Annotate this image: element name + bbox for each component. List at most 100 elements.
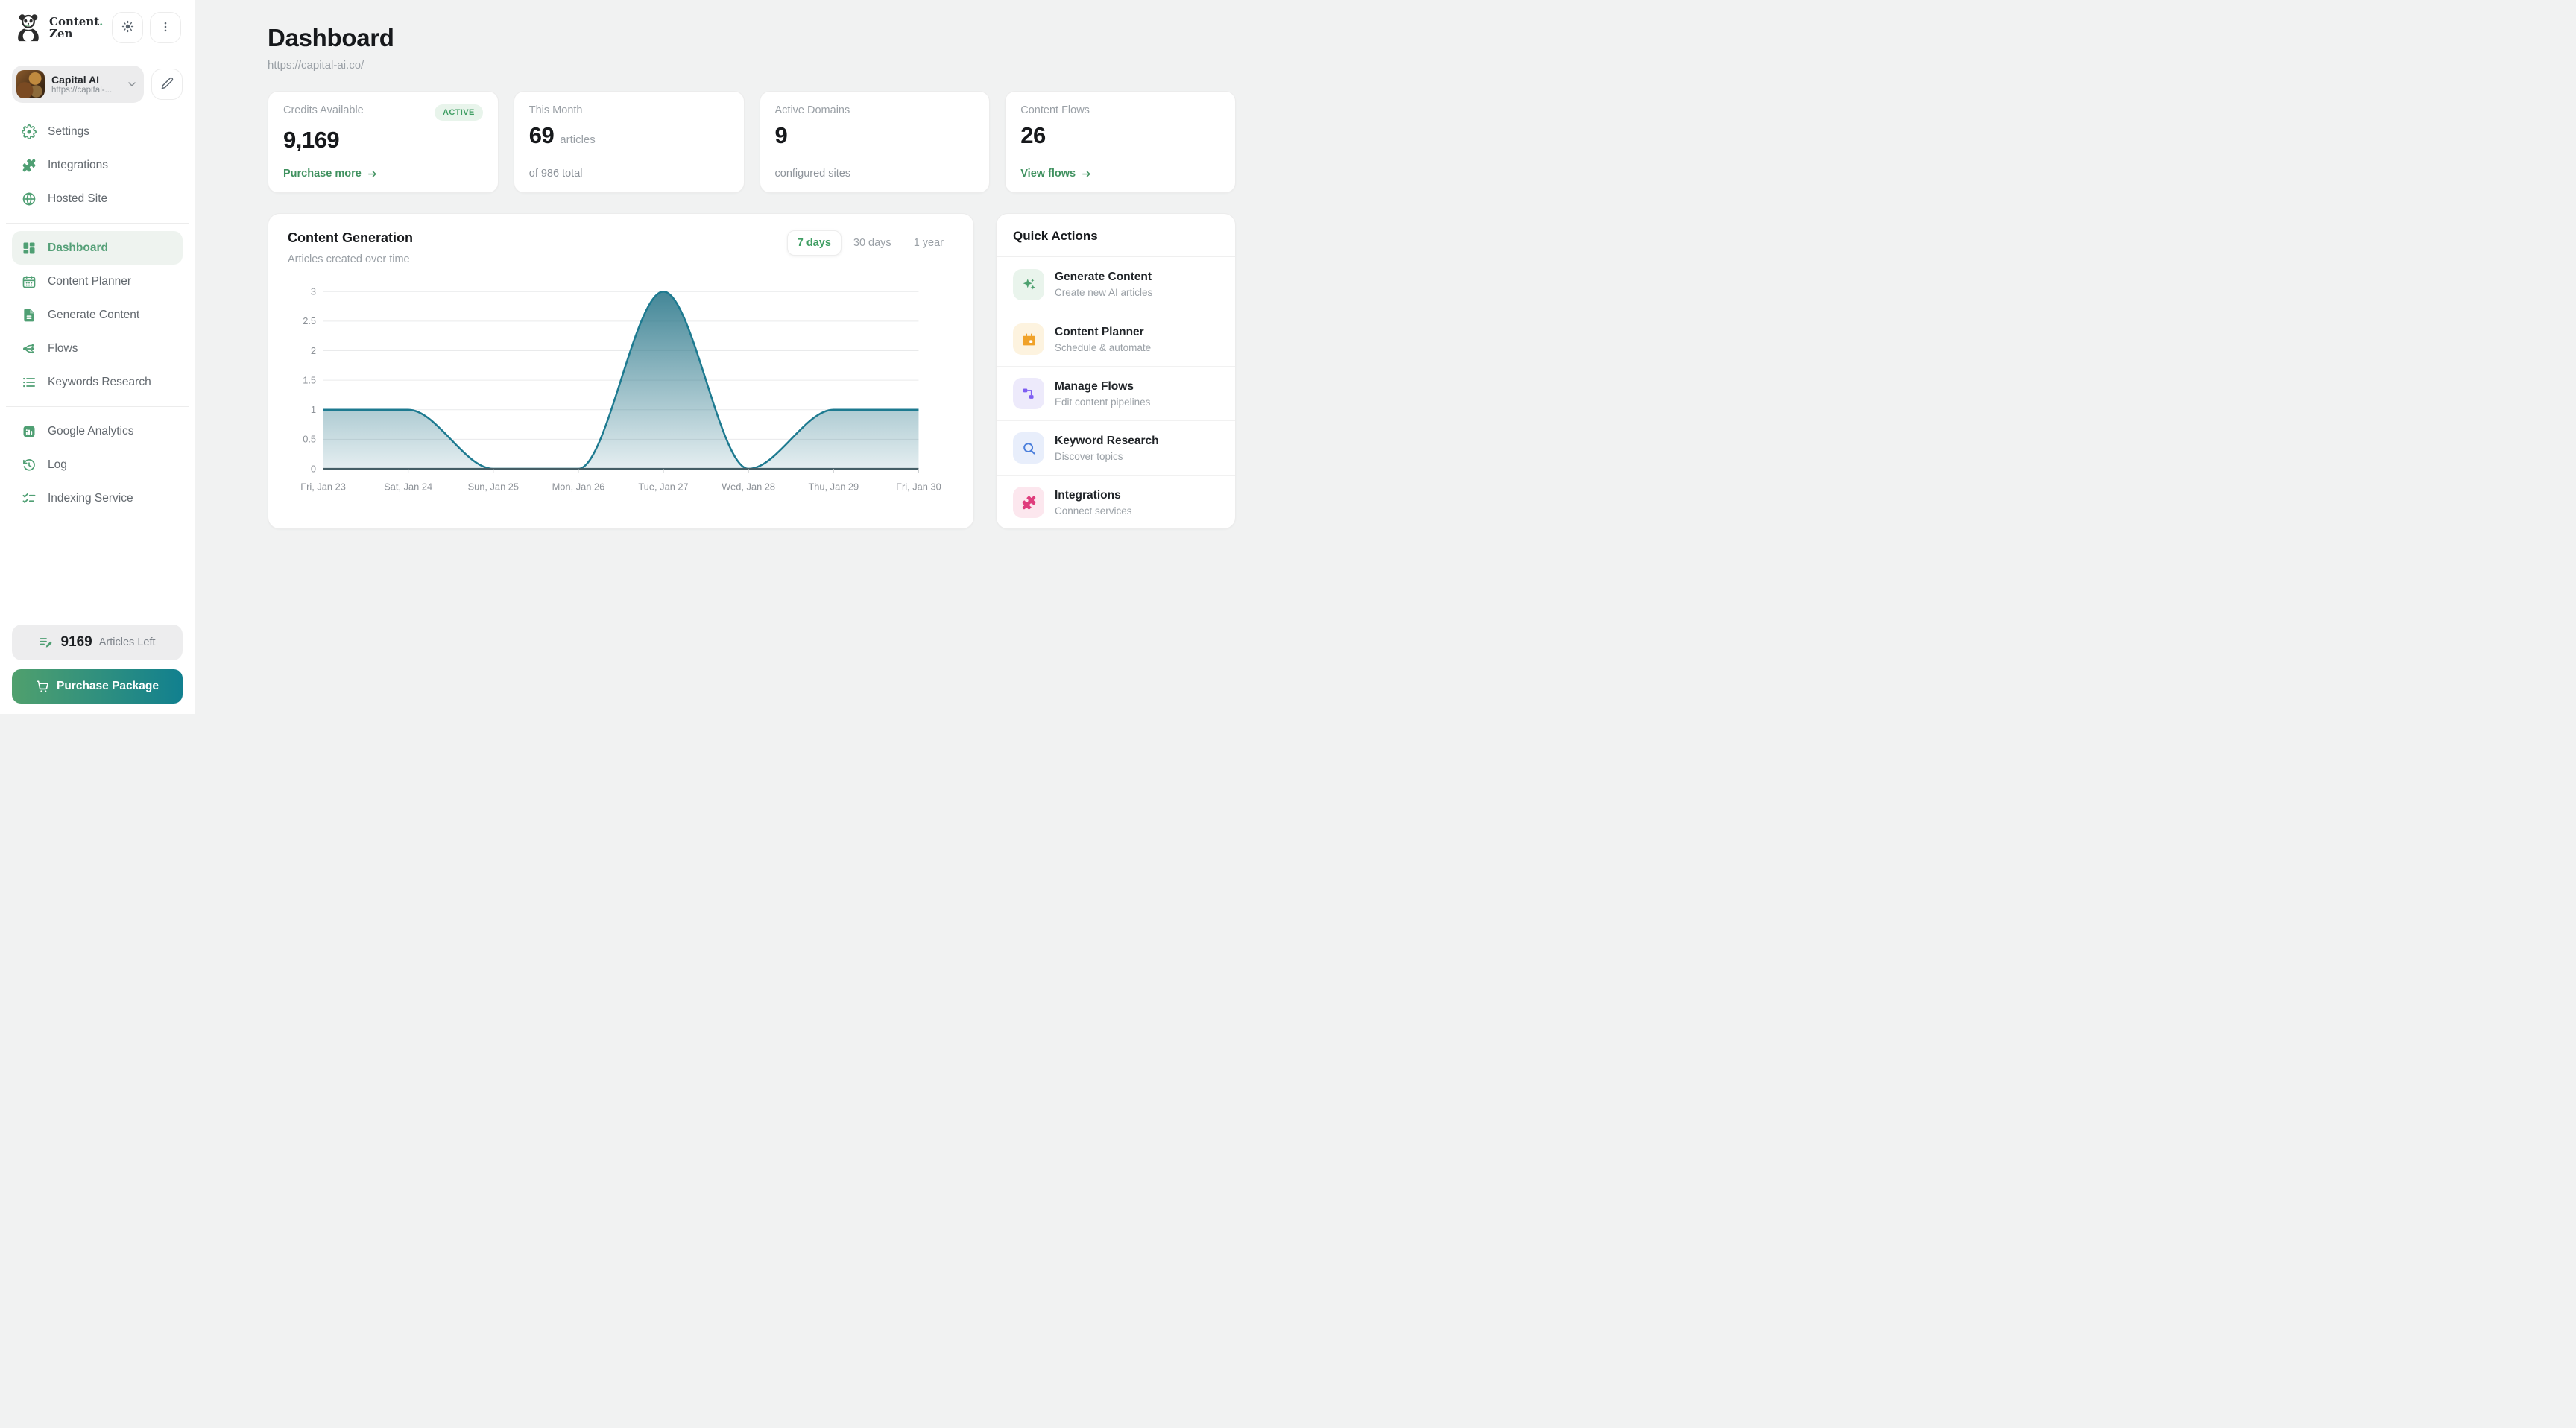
- sidebar-divider: [6, 223, 189, 224]
- sidebar-item-content-planner[interactable]: Content Planner: [12, 265, 183, 298]
- sidebar-item-google-analytics[interactable]: Google Analytics: [12, 414, 183, 448]
- stat-card-this-month: This Month69articlesof 986 total: [514, 91, 745, 193]
- brand-name: Content. Zen: [49, 16, 103, 40]
- content-generation-card: Content Generation Articles created over…: [268, 213, 974, 529]
- sidebar-item-generate-content[interactable]: Generate Content: [12, 298, 183, 332]
- chart-subtitle: Articles created over time: [288, 253, 413, 265]
- panels-row: Content Generation Articles created over…: [268, 213, 1236, 529]
- x-axis-label: Sat, Jan 24: [384, 481, 432, 493]
- stat-card-credits-available: Credits AvailableACTIVE 9,169 Purchase mor…: [268, 91, 499, 193]
- x-axis-label: Fri, Jan 23: [300, 481, 346, 493]
- purchase-more-link[interactable]: Purchase more: [283, 168, 378, 180]
- articles-left-label: Articles Left: [99, 636, 156, 648]
- quick-action-subtitle: Edit content pipelines: [1055, 397, 1150, 408]
- stat-card-value-row: 26: [1020, 122, 1220, 149]
- range-tab-1-year[interactable]: 1 year: [903, 230, 954, 256]
- stat-card-header: Credits AvailableACTIVE: [283, 104, 483, 121]
- y-axis-label: 1: [311, 404, 316, 415]
- sidebar-header: Content. Zen: [12, 0, 183, 54]
- y-axis-label: 0.5: [303, 434, 316, 445]
- stat-card-header: Active Domains: [775, 104, 975, 116]
- content-generation-chart: 00.511.522.53 Fri, Jan 23Sat, Jan 24Sun,…: [288, 280, 954, 505]
- quick-action-subtitle: Connect services: [1055, 505, 1132, 516]
- quick-action-title: Integrations: [1055, 489, 1132, 502]
- quick-action-title: Manage Flows: [1055, 380, 1150, 394]
- sidebar-item-label: Integrations: [48, 159, 108, 172]
- y-axis-label: 3: [311, 285, 316, 297]
- sidebar-item-label: Indexing Service: [48, 492, 133, 505]
- status-badge: ACTIVE: [435, 104, 483, 121]
- sidebar-item-keywords-research[interactable]: Keywords Research: [12, 365, 183, 399]
- quick-actions-title: Quick Actions: [997, 214, 1235, 257]
- history-icon: [22, 458, 37, 473]
- pencil-icon: [161, 77, 174, 92]
- brand-accent-dot: .: [99, 15, 103, 28]
- arrow-right-icon: [367, 168, 378, 180]
- quick-action-subtitle: Create new AI articles: [1055, 287, 1152, 298]
- stat-card-value-row: 9,169: [283, 127, 483, 154]
- articles-left-pill: 9169 Articles Left: [12, 625, 183, 660]
- sidebar-item-label: Generate Content: [48, 309, 139, 322]
- quick-action-text: Keyword Research Discover topics: [1055, 435, 1159, 462]
- workflow-icon: [1013, 378, 1044, 409]
- sidebar-item-hosted-site[interactable]: Hosted Site: [12, 182, 183, 215]
- quick-action-keyword-research[interactable]: Keyword Research Discover topics: [997, 420, 1235, 475]
- stat-card-header: This Month: [529, 104, 729, 116]
- range-tab-7-days[interactable]: 7 days: [787, 230, 842, 256]
- sidebar-item-label: Hosted Site: [48, 192, 107, 206]
- workspace-meta: Capital AI https://capital-...: [51, 74, 119, 95]
- articles-left-count: 9169: [60, 634, 92, 651]
- view-flows-link[interactable]: View flows: [1020, 168, 1092, 180]
- stat-card-value-row: 9: [775, 122, 975, 149]
- analytics-icon: [22, 424, 37, 439]
- sidebar-footer: 9169 Articles Left Purchase Package: [12, 625, 183, 704]
- stat-card-footer: View flows: [1020, 168, 1220, 180]
- cart-icon: [36, 680, 49, 693]
- sidebar-item-settings[interactable]: Settings: [12, 115, 183, 148]
- sidebar-item-indexing-service[interactable]: Indexing Service: [12, 481, 183, 515]
- chart-titles: Content Generation Articles created over…: [288, 230, 413, 265]
- sidebar-item-log[interactable]: Log: [12, 448, 183, 481]
- gear-icon: [22, 124, 37, 139]
- sidebar-item-dashboard[interactable]: Dashboard: [12, 231, 183, 265]
- purchase-package-button[interactable]: Purchase Package: [12, 669, 183, 704]
- quick-action-title: Keyword Research: [1055, 435, 1159, 448]
- quick-action-text: Generate ContentCreate new AI articles: [1055, 271, 1152, 298]
- chevron-down-icon: [126, 78, 138, 90]
- sun-icon: [121, 19, 135, 36]
- sidebar-item-flows[interactable]: Flows: [12, 332, 183, 365]
- chart-header: Content Generation Articles created over…: [288, 230, 954, 265]
- y-axis-label: 2: [311, 345, 316, 356]
- sidebar-item-label: Keywords Research: [48, 376, 151, 389]
- stat-card-label: Active Domains: [775, 104, 850, 116]
- sidebar-item-label: Content Planner: [48, 275, 131, 288]
- workspace-edit-button[interactable]: [151, 69, 183, 100]
- quick-actions-list: Generate ContentCreate new AI articles Co…: [997, 257, 1235, 529]
- stat-card-value: 26: [1020, 122, 1045, 149]
- quick-action-integrations[interactable]: Integrations Connect services: [997, 475, 1235, 529]
- puzzle-icon: [22, 158, 37, 173]
- range-tab-30-days[interactable]: 30 days: [843, 230, 902, 256]
- flow-split-icon: [22, 341, 37, 356]
- stat-card-value: 69: [529, 122, 554, 149]
- area-chart-svg: 00.511.522.53 Fri, Jan 23Sat, Jan 24Sun,…: [288, 280, 954, 505]
- theme-toggle-button[interactable]: [112, 12, 143, 43]
- quick-action-subtitle: Discover topics: [1055, 451, 1159, 462]
- purchase-package-label: Purchase Package: [57, 680, 159, 693]
- sidebar-item-integrations[interactable]: Integrations: [12, 148, 183, 182]
- workspace-selector[interactable]: Capital AI https://capital-...: [12, 66, 144, 103]
- article-edit-icon: [39, 635, 54, 650]
- link-label: Purchase more: [283, 168, 362, 180]
- quick-action-generate-content[interactable]: Generate ContentCreate new AI articles: [997, 257, 1235, 312]
- y-axis-label: 0: [311, 463, 316, 474]
- quick-action-content-planner[interactable]: Content PlannerSchedule & automate: [997, 312, 1235, 366]
- sidebar: Content. Zen Capital AI https://capital-…: [0, 0, 195, 714]
- more-menu-button[interactable]: [150, 12, 181, 43]
- quick-action-title: Content Planner: [1055, 326, 1151, 339]
- arrow-right-icon: [1081, 168, 1092, 180]
- sidebar-divider: [6, 406, 189, 407]
- checklist-icon: [22, 491, 37, 506]
- quick-action-text: Integrations Connect services: [1055, 489, 1132, 516]
- quick-action-manage-flows[interactable]: Manage Flows Edit content pipelines: [997, 366, 1235, 420]
- chart-range-tabs: 7 days30 days1 year: [787, 230, 954, 256]
